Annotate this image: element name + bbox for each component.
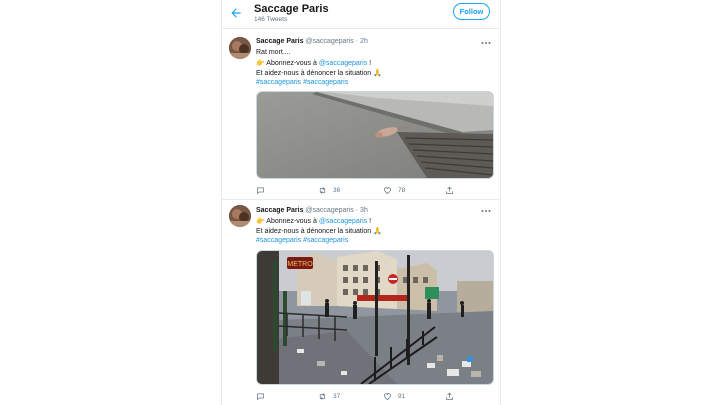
tweet-text-line-2: Et aidez-nous à dénoncer la situation 🙏 (256, 228, 382, 235)
tweet-text-line-3: Et aidez-nous à dénoncer la situation 🙏 (256, 70, 382, 77)
author-name[interactable]: Saccage Paris (256, 207, 303, 214)
hashtags[interactable]: #saccageparis #saccageparis (256, 237, 348, 244)
retweet-icon (319, 186, 326, 194)
follow-button[interactable]: Follow (453, 3, 490, 20)
separator-dot: · (355, 38, 359, 45)
share-icon (446, 392, 453, 400)
like-button[interactable]: 91 (383, 390, 405, 402)
mention-link[interactable]: @saccageparis (319, 60, 367, 67)
retweet-button[interactable]: 36 (318, 184, 340, 196)
praying-hands-emoji: 🙏 (373, 228, 382, 235)
tweet-header: Saccage Paris @saccageparis · 2h (256, 38, 368, 45)
arrow-left-icon[interactable] (229, 6, 243, 20)
timeline-column: Saccage Paris 146 Tweets Follow Saccage … (221, 0, 501, 405)
pointing-hand-emoji: 👉 (256, 218, 265, 225)
tweet-actions: 36 78 (256, 184, 492, 196)
heart-icon (384, 186, 391, 194)
share-button[interactable] (445, 184, 454, 196)
hashtags[interactable]: #saccageparis #saccageparis (256, 79, 348, 86)
share-icon (446, 186, 453, 194)
tweet[interactable]: Saccage Paris @saccageparis · 3h 👉 Abonn… (222, 200, 500, 405)
like-count: 78 (398, 186, 406, 194)
avatar[interactable] (229, 205, 251, 227)
tweet-time[interactable]: 2h (360, 38, 368, 45)
tweet-header: Saccage Paris @saccageparis · 3h (256, 207, 368, 214)
like-button[interactable]: 78 (383, 184, 405, 196)
author-name[interactable]: Saccage Paris (256, 38, 303, 45)
profile-header: Saccage Paris 146 Tweets Follow (222, 0, 500, 29)
retweet-button[interactable]: 37 (318, 390, 340, 402)
tweet-actions: 37 91 (256, 390, 492, 402)
profile-name: Saccage Paris (254, 3, 329, 15)
reply-icon (257, 393, 264, 400)
separator-dot: · (355, 207, 359, 214)
metro-entrance-street-trash-photo[interactable]: METRO (256, 250, 494, 385)
reply-button[interactable] (256, 184, 271, 196)
retweet-count: 37 (333, 392, 341, 400)
tweet-count: 146 Tweets (254, 16, 288, 23)
reply-button[interactable] (256, 390, 271, 402)
more-dots-icon[interactable] (480, 207, 492, 215)
avatar[interactable] (229, 37, 251, 59)
tweet-time[interactable]: 3h (360, 207, 368, 214)
tweet-text-line-1: 👉 Abonnez-vous à @saccageparis ! (256, 218, 372, 225)
metro-sign: METRO (287, 261, 313, 268)
tweet[interactable]: Saccage Paris @saccageparis · 2h Rat mor… (222, 29, 500, 200)
retweet-count: 36 (333, 186, 341, 194)
pointing-hand-emoji: 👉 (256, 60, 265, 67)
dead-rat-near-drain-photo[interactable] (256, 91, 494, 179)
praying-hands-emoji: 🙏 (373, 70, 382, 77)
more-dots-icon[interactable] (480, 39, 492, 47)
mention-link[interactable]: @saccageparis (319, 218, 367, 225)
heart-icon (384, 392, 391, 400)
share-button[interactable] (445, 390, 454, 402)
like-count: 91 (398, 392, 406, 400)
tweet-text-line-2: 👉 Abonnez-vous à @saccageparis ! (256, 60, 372, 67)
author-handle[interactable]: @saccageparis (305, 207, 353, 214)
tweet-text-line-1: Rat mort.... (256, 49, 291, 56)
author-handle[interactable]: @saccageparis (305, 38, 353, 45)
reply-icon (257, 187, 264, 194)
retweet-icon (319, 392, 326, 400)
